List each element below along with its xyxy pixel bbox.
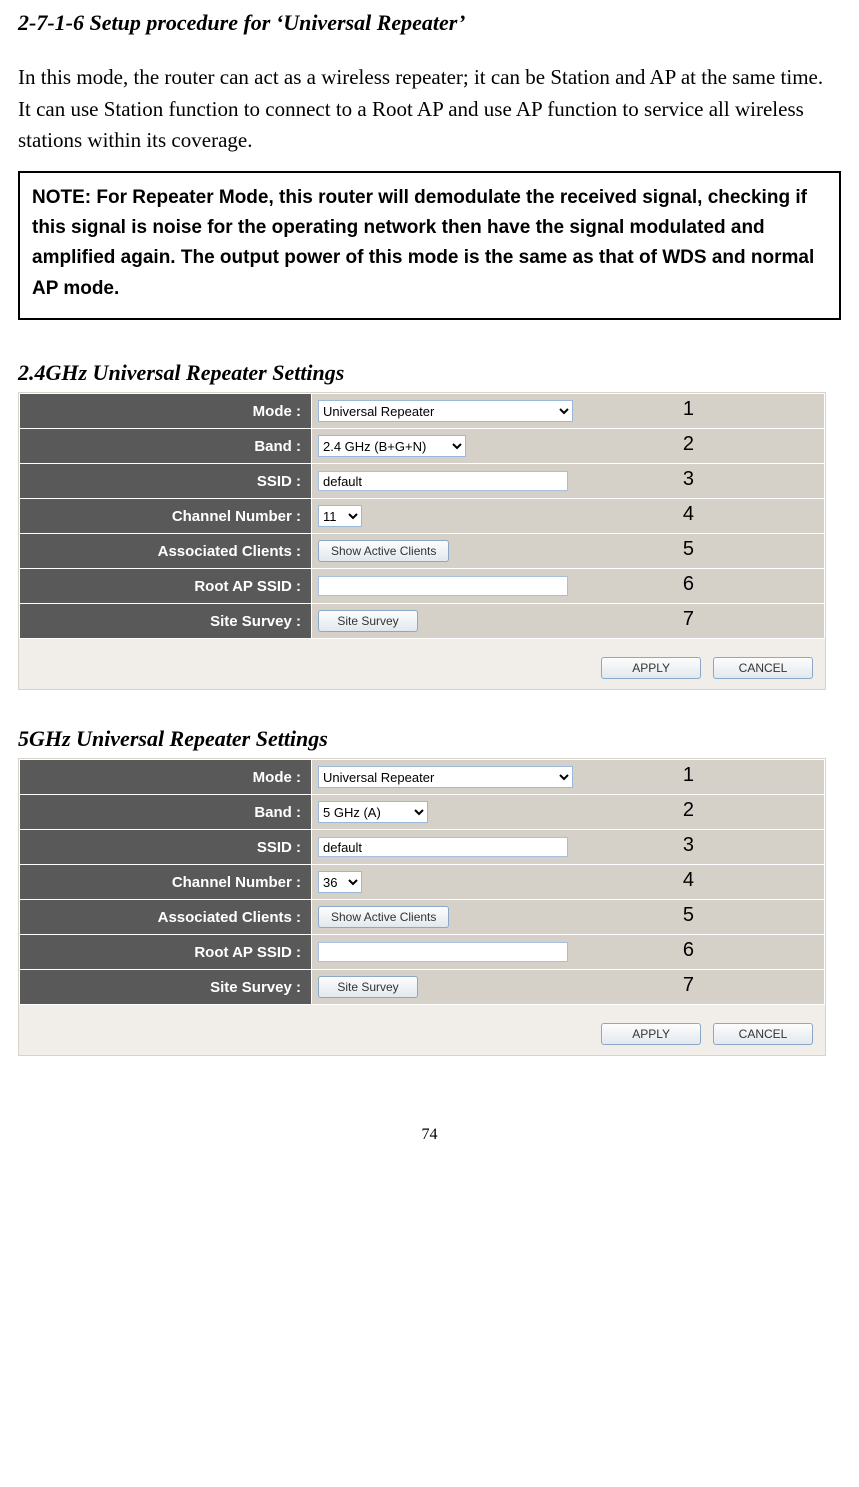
band-select[interactable]: 5 GHz (A) — [318, 801, 428, 823]
show-active-clients-button[interactable]: Show Active Clients — [318, 540, 449, 562]
label-site-survey: Site Survey : — [20, 970, 312, 1005]
mode-select[interactable]: Universal Repeater — [318, 766, 573, 788]
section-heading: 2-7-1-6 Setup procedure for ‘Universal R… — [18, 10, 841, 36]
subheading-5ghz: 5GHz Universal Repeater Settings — [18, 726, 841, 752]
root-ap-ssid-input[interactable] — [318, 942, 568, 962]
note-box: NOTE: For Repeater Mode, this router wil… — [18, 171, 841, 321]
row-number: 4 — [683, 503, 694, 526]
apply-button[interactable]: APPLY — [601, 657, 701, 679]
channel-select[interactable]: 36 — [318, 871, 362, 893]
label-channel: Channel Number : — [20, 865, 312, 900]
label-channel: Channel Number : — [20, 499, 312, 534]
row-number: 6 — [683, 573, 694, 596]
label-site-survey: Site Survey : — [20, 604, 312, 639]
row-number: 2 — [683, 799, 694, 822]
root-ap-ssid-input[interactable] — [318, 576, 568, 596]
button-row: APPLY CANCEL — [19, 1005, 825, 1045]
row-number: 5 — [683, 538, 694, 561]
label-ssid: SSID : — [20, 830, 312, 865]
cancel-button[interactable]: CANCEL — [713, 1023, 813, 1045]
button-row: APPLY CANCEL — [19, 639, 825, 679]
row-number: 7 — [683, 974, 694, 997]
show-active-clients-button[interactable]: Show Active Clients — [318, 906, 449, 928]
label-associated-clients: Associated Clients : — [20, 900, 312, 935]
label-mode: Mode : — [20, 760, 312, 795]
settings-table-24ghz: Mode : Universal Repeater 1 Band : 2.4 G… — [19, 393, 825, 639]
subheading-24ghz: 2.4GHz Universal Repeater Settings — [18, 360, 841, 386]
settings-panel-24ghz: Mode : Universal Repeater 1 Band : 2.4 G… — [18, 392, 826, 690]
label-root-ap-ssid: Root AP SSID : — [20, 569, 312, 604]
settings-table-5ghz: Mode : Universal Repeater 1 Band : 5 GHz… — [19, 759, 825, 1005]
page-number: 74 — [18, 1126, 841, 1144]
row-number: 1 — [683, 398, 694, 421]
mode-select[interactable]: Universal Repeater — [318, 400, 573, 422]
row-number: 4 — [683, 869, 694, 892]
intro-paragraph: In this mode, the router can act as a wi… — [18, 62, 841, 157]
label-root-ap-ssid: Root AP SSID : — [20, 935, 312, 970]
row-number: 3 — [683, 834, 694, 857]
site-survey-button[interactable]: Site Survey — [318, 976, 418, 998]
settings-panel-5ghz: Mode : Universal Repeater 1 Band : 5 GHz… — [18, 758, 826, 1056]
row-number: 5 — [683, 904, 694, 927]
label-ssid: SSID : — [20, 464, 312, 499]
label-mode: Mode : — [20, 394, 312, 429]
cancel-button[interactable]: CANCEL — [713, 657, 813, 679]
row-number: 1 — [683, 764, 694, 787]
row-number: 7 — [683, 608, 694, 631]
site-survey-button[interactable]: Site Survey — [318, 610, 418, 632]
label-associated-clients: Associated Clients : — [20, 534, 312, 569]
label-band: Band : — [20, 429, 312, 464]
apply-button[interactable]: APPLY — [601, 1023, 701, 1045]
ssid-input[interactable] — [318, 471, 568, 491]
channel-select[interactable]: 11 — [318, 505, 362, 527]
label-band: Band : — [20, 795, 312, 830]
band-select[interactable]: 2.4 GHz (B+G+N) — [318, 435, 466, 457]
row-number: 6 — [683, 939, 694, 962]
ssid-input[interactable] — [318, 837, 568, 857]
row-number: 3 — [683, 468, 694, 491]
row-number: 2 — [683, 433, 694, 456]
